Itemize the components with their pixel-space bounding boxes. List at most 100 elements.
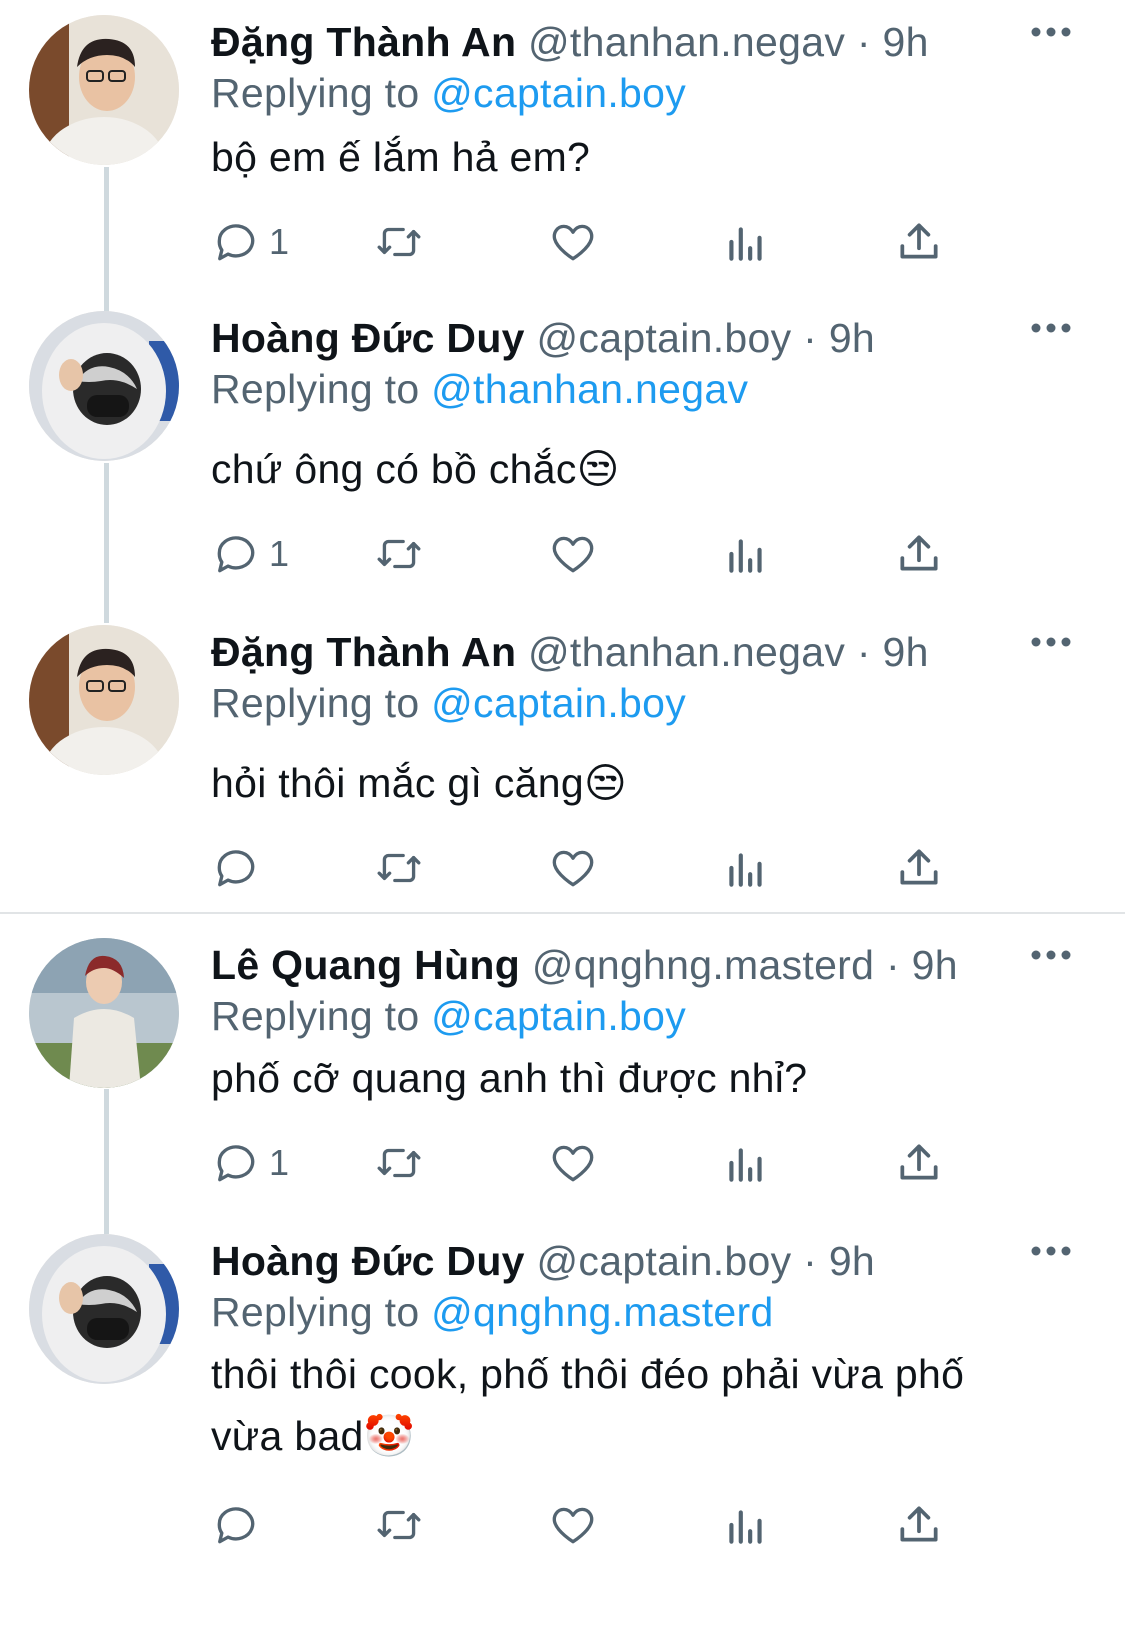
reply-icon	[217, 1145, 255, 1182]
more-button[interactable]	[1029, 620, 1073, 664]
user-handle[interactable]: @captain.boy	[537, 315, 792, 361]
display-name[interactable]: Hoàng Đức Duy	[211, 315, 525, 361]
action-bar: 1	[211, 212, 1011, 272]
views-icon	[729, 1148, 762, 1182]
reply-count: 1	[269, 1142, 290, 1183]
avatar-image	[29, 625, 179, 775]
avatar-image	[29, 938, 179, 1088]
views-button[interactable]	[721, 212, 771, 272]
retweet-button[interactable]	[374, 838, 424, 898]
user-handle[interactable]: @captain.boy	[537, 1238, 792, 1284]
views-button[interactable]	[721, 1495, 771, 1555]
avatar-captainboy[interactable]	[29, 1234, 179, 1384]
display-name[interactable]: Hoàng Đức Duy	[211, 1238, 525, 1284]
views-icon	[729, 539, 762, 573]
tweet-text: hỏi thôi mắc gì căng😒	[211, 760, 627, 806]
tweet-header: Lê Quang Hùng @qnghng.masterd · 9h	[211, 940, 958, 990]
action-bar: 1	[211, 1133, 1011, 1193]
mention-link[interactable]: @captain.boy	[431, 993, 686, 1039]
user-handle[interactable]: @thanhan.negav	[528, 629, 845, 675]
like-button[interactable]	[548, 1133, 598, 1193]
separator: ·	[803, 1238, 818, 1284]
reply-icon	[217, 224, 255, 261]
avatar-thanhan[interactable]	[29, 625, 179, 775]
replying-prefix: Replying to	[211, 680, 420, 726]
replying-to: Replying to @captain.boy	[211, 678, 686, 728]
tweet-header: Hoàng Đức Duy @captain.boy · 9h	[211, 313, 875, 363]
mention-link[interactable]: @thanhan.negav	[431, 366, 748, 412]
more-button[interactable]	[1029, 10, 1073, 54]
views-icon	[729, 1510, 762, 1544]
reply-button[interactable]: 1	[211, 524, 289, 584]
share-button[interactable]	[894, 1133, 944, 1193]
retweet-button[interactable]	[374, 524, 424, 584]
timestamp[interactable]: 9h	[912, 942, 958, 988]
replying-to: Replying to @qnghng.masterd	[211, 1287, 774, 1337]
views-button[interactable]	[721, 1133, 771, 1193]
reply-button[interactable]	[211, 838, 269, 898]
more-button[interactable]	[1029, 933, 1073, 977]
retweet-button[interactable]	[374, 212, 424, 272]
share-icon	[900, 535, 938, 571]
avatar-image	[29, 15, 179, 165]
avatar-image	[29, 1234, 179, 1384]
display-name[interactable]: Đặng Thành An	[211, 629, 516, 675]
reply-count: 1	[269, 221, 290, 262]
replying-to: Replying to @captain.boy	[211, 991, 686, 1041]
share-button[interactable]	[894, 212, 944, 272]
avatar-thanhan[interactable]	[29, 15, 179, 165]
mention-link[interactable]: @qnghng.masterd	[431, 1289, 773, 1335]
heart-icon	[552, 850, 594, 887]
display-name[interactable]: Lê Quang Hùng	[211, 942, 520, 988]
more-icon	[1031, 27, 1071, 37]
display-name[interactable]: Đặng Thành An	[211, 19, 516, 65]
more-button[interactable]	[1029, 1229, 1073, 1273]
share-button[interactable]	[894, 1495, 944, 1555]
heart-icon	[552, 1507, 594, 1544]
reply-button[interactable]: 1	[211, 1133, 289, 1193]
share-icon	[900, 223, 938, 259]
separator: ·	[856, 19, 871, 65]
share-button[interactable]	[894, 838, 944, 898]
separator: ·	[856, 629, 871, 675]
user-handle[interactable]: @thanhan.negav	[528, 19, 845, 65]
avatar-captainboy[interactable]	[29, 311, 179, 461]
views-icon	[729, 227, 762, 261]
more-icon	[1031, 637, 1071, 647]
avatar-qnghng[interactable]	[29, 938, 179, 1088]
like-button[interactable]	[548, 838, 598, 898]
user-handle[interactable]: @qnghng.masterd	[532, 942, 874, 988]
action-bar	[211, 838, 1011, 898]
separator: ·	[885, 942, 900, 988]
reply-button[interactable]: 1	[211, 212, 289, 272]
timestamp[interactable]: 9h	[883, 19, 929, 65]
reply-count: 1	[269, 533, 290, 574]
retweet-icon	[377, 853, 421, 883]
retweet-button[interactable]	[374, 1133, 424, 1193]
views-button[interactable]	[721, 524, 771, 584]
replying-to: Replying to @captain.boy	[211, 68, 686, 118]
timestamp[interactable]: 9h	[829, 1238, 875, 1284]
retweet-button[interactable]	[374, 1495, 424, 1555]
more-icon	[1031, 1246, 1071, 1256]
views-icon	[729, 853, 762, 887]
separator: ·	[803, 315, 818, 361]
reply-button[interactable]	[211, 1495, 269, 1555]
timestamp[interactable]: 9h	[829, 315, 875, 361]
more-icon	[1031, 323, 1071, 333]
tweet-text: thôi thôi cook, phố thôi đéo phải vừa ph…	[211, 1351, 965, 1459]
replying-to: Replying to @thanhan.negav	[211, 364, 748, 414]
heart-icon	[552, 1145, 594, 1182]
heart-icon	[552, 224, 594, 261]
mention-link[interactable]: @captain.boy	[431, 680, 686, 726]
more-button[interactable]	[1029, 306, 1073, 350]
views-button[interactable]	[721, 838, 771, 898]
mention-link[interactable]: @captain.boy	[431, 70, 686, 116]
like-button[interactable]	[548, 1495, 598, 1555]
timestamp[interactable]: 9h	[883, 629, 929, 675]
like-button[interactable]	[548, 524, 598, 584]
share-button[interactable]	[894, 524, 944, 584]
tweet-text: chứ ông có bồ chắc😒	[211, 446, 620, 492]
like-button[interactable]	[548, 212, 598, 272]
tweet-text: bộ em ế lắm hả em?	[211, 134, 591, 180]
